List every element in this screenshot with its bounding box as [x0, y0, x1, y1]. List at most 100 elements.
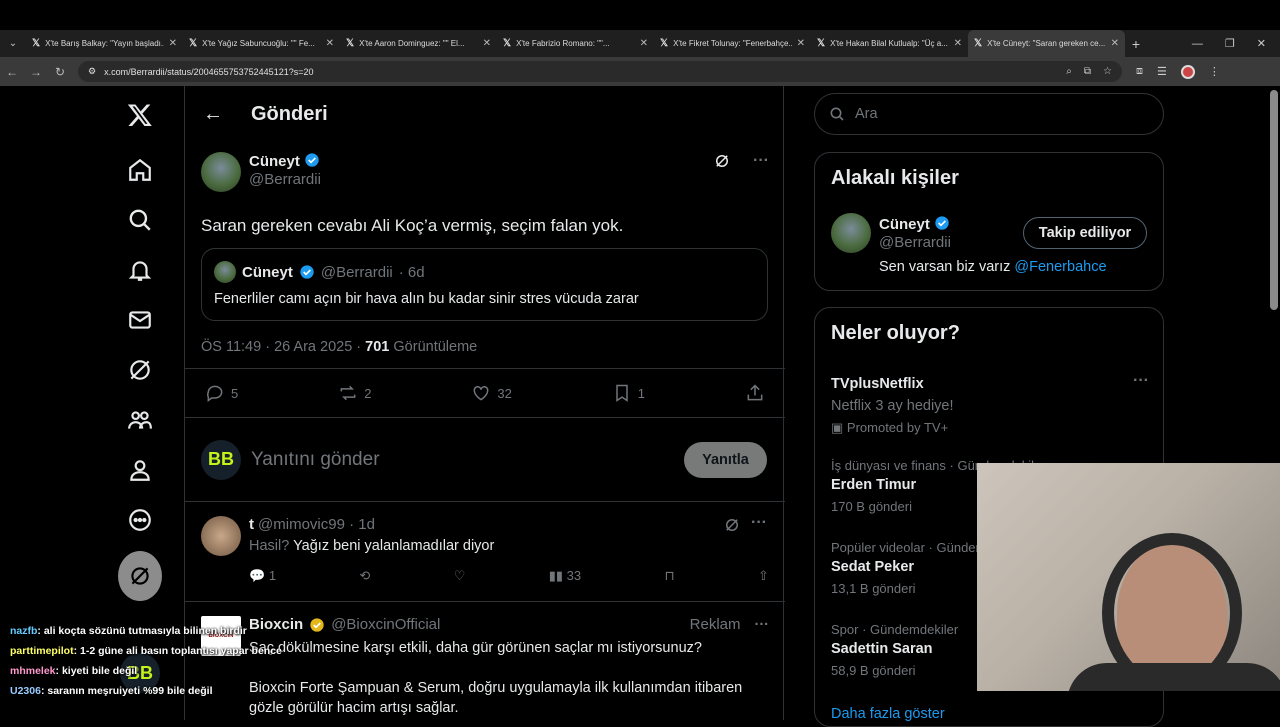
reply-reply-button[interactable]: 💬 1 — [249, 568, 276, 584]
related-name[interactable]: Cüneyt — [879, 216, 930, 233]
quote-text: Fenerliler camı açın bir hava alın bu ka… — [214, 291, 639, 307]
author-avatar[interactable] — [201, 152, 241, 192]
notifications-bell-icon[interactable] — [118, 245, 162, 295]
reply-count: 5 — [231, 385, 239, 401]
share-button[interactable] — [745, 383, 765, 403]
url-field[interactable]: ⚙ x.com/Berrardii/status/200465575375244… — [78, 61, 1122, 82]
advertiser-handle[interactable]: @BioxcinOfficial — [331, 616, 440, 633]
more-options-icon[interactable]: ··· — [1133, 372, 1149, 390]
related-people-card: Alakalı kişiler Cüneyt @Berrardii Takip … — [814, 152, 1164, 291]
following-button[interactable]: Takip ediliyor — [1023, 217, 1147, 249]
reply-views-button[interactable]: ▮▮ 33 — [549, 568, 581, 584]
reply-submit-button[interactable]: Yanıtla — [684, 441, 767, 478]
search-placeholder: Ara — [855, 106, 878, 122]
reply-share-button[interactable]: ⇧ — [758, 568, 769, 584]
browser-menu-icon[interactable]: ⋮ — [1209, 65, 1220, 78]
back-icon[interactable]: ← — [0, 65, 24, 79]
trend-item[interactable]: TVplusNetflix Netflix 3 ay hediye! ▣ Pro… — [831, 372, 1149, 436]
ad-label: Reklam — [689, 616, 741, 633]
related-avatar[interactable] — [831, 213, 871, 253]
close-tab-icon[interactable]: ✕ — [326, 38, 334, 49]
view-count-label: Görüntüleme — [393, 339, 478, 355]
chat-message: U2306: saranın meşruiyeti %99 bile değil — [10, 685, 213, 697]
post-timestamp[interactable]: ÖS 11:49 · 26 Ara 2025 · — [201, 339, 361, 355]
close-tab-icon[interactable]: ✕ — [483, 38, 491, 49]
x-logo-icon[interactable] — [118, 90, 162, 140]
grok-icon[interactable] — [118, 345, 162, 395]
bookmark-button[interactable]: 1 — [612, 383, 645, 403]
stream-chat-overlay: nazfb: ali koçta sözünü tutmasıyla bilin… — [10, 621, 290, 701]
browser-tab[interactable]: 𝕏 X'te Barış Balkay: "Yayın başladı... ✕ — [26, 30, 183, 57]
quote-author-name: Cüneyt — [242, 263, 293, 281]
explore-search-icon[interactable] — [118, 195, 162, 245]
minimize-icon[interactable]: — — [1192, 38, 1203, 50]
back-arrow-icon[interactable]: ← — [203, 103, 223, 126]
close-tab-icon[interactable]: ✕ — [954, 38, 962, 49]
grok-compose-icon[interactable] — [118, 551, 162, 601]
related-title: Alakalı kişiler — [831, 167, 959, 189]
browser-tab[interactable]: 𝕏 X'te Fikret Tolunay: "Fenerbahçe... ✕ — [654, 30, 811, 57]
reply-author-name[interactable]: t — [249, 516, 254, 533]
grok-analyze-icon[interactable] — [713, 152, 731, 175]
browser-tab[interactable]: 𝕏 X'te Aaron Dominguez: "" El... ✕ — [340, 30, 497, 57]
related-bio-link[interactable]: @Fenerbahce — [1014, 259, 1106, 275]
trend-title: TVplusNetflix — [831, 376, 924, 392]
post-header: ← Gönderi — [185, 86, 783, 142]
search-input[interactable]: Ara — [814, 93, 1164, 135]
trends-title: Neler oluyor? — [831, 322, 960, 344]
new-tab-button[interactable]: + — [1125, 36, 1147, 52]
reply-author-handle[interactable]: @mimovic99 · 1d — [258, 516, 375, 533]
restore-icon[interactable]: ❐ — [1225, 37, 1235, 50]
forward-icon[interactable]: → — [24, 65, 48, 79]
reply-button[interactable]: 5 — [205, 383, 238, 403]
quoted-post[interactable]: Cüneyt @Berrardii · 6d Fenerliler camı a… — [201, 248, 768, 321]
promoted-label: ▣ Promoted by TV+ — [831, 420, 949, 435]
browser-tab-active[interactable]: 𝕏 X'te Cüneyt: "Saran gereken ce... ✕ — [968, 30, 1125, 57]
more-options-icon[interactable]: ··· — [751, 514, 767, 532]
author-name[interactable]: Cüneyt — [249, 153, 300, 170]
reading-list-icon[interactable]: ☰ — [1157, 65, 1167, 78]
grok-analyze-icon[interactable] — [723, 516, 741, 539]
site-info-icon[interactable]: ⚙ — [88, 66, 96, 77]
repost-icon — [340, 385, 356, 401]
reply-author-avatar[interactable] — [201, 516, 241, 556]
author-handle[interactable]: @Berrardii — [249, 171, 705, 188]
reply-post[interactable]: t @mimovic99 · 1d ··· Hasil? Yağız beni … — [185, 502, 785, 602]
reply-input[interactable]: Yanıtını gönder — [251, 449, 684, 471]
browser-tab[interactable]: 𝕏 X'te Hakan Bilal Kutlualp: "Üç a... ✕ — [811, 30, 968, 57]
quote-age: · 6d — [398, 263, 425, 281]
page-title: Gönderi — [251, 102, 328, 125]
install-icon[interactable]: ⧉ — [1084, 66, 1091, 77]
close-window-icon[interactable]: ✕ — [1257, 37, 1266, 50]
reply-bookmark-button[interactable]: ⊓ — [665, 568, 675, 584]
x-favicon: 𝕏 — [189, 38, 198, 49]
home-icon[interactable] — [118, 145, 162, 195]
like-button[interactable]: 32 — [471, 383, 512, 403]
more-options-icon[interactable]: ··· — [753, 152, 769, 170]
zoom-icon[interactable]: ⌕ — [1066, 66, 1072, 77]
profile-avatar[interactable] — [1180, 64, 1195, 79]
repost-button[interactable]: 2 — [338, 383, 371, 403]
ad-text-line2: Bioxcin Forte Şampuan & Serum, doğru uyg… — [249, 680, 743, 716]
reply-like-button[interactable]: ♡ — [454, 568, 466, 584]
page-scrollbar[interactable] — [1270, 90, 1278, 310]
close-tab-icon[interactable]: ✕ — [640, 38, 648, 49]
related-handle[interactable]: @Berrardii — [879, 234, 951, 251]
bookmark-star-icon[interactable]: ☆ — [1103, 66, 1112, 77]
tab-search-button[interactable]: ⌄ — [0, 30, 26, 57]
close-tab-icon[interactable]: ✕ — [1111, 38, 1119, 49]
more-circle-icon[interactable] — [118, 495, 162, 545]
browser-tab[interactable]: 𝕏 X'te Yağız Sabuncuoğlu: "" Fe... ✕ — [183, 30, 340, 57]
reload-icon[interactable]: ↻ — [48, 65, 72, 79]
close-tab-icon[interactable]: ✕ — [797, 38, 805, 49]
communities-icon[interactable] — [118, 395, 162, 445]
profile-icon[interactable] — [118, 445, 162, 495]
close-tab-icon[interactable]: ✕ — [169, 38, 177, 49]
chat-message: parttimepilot: 1-2 güne ali basın toplan… — [10, 645, 282, 657]
extensions-icon[interactable]: ⧈ — [1136, 65, 1143, 78]
messages-envelope-icon[interactable] — [118, 295, 162, 345]
more-options-icon[interactable]: ··· — [755, 617, 770, 633]
webcam-overlay — [977, 463, 1280, 691]
reply-repost-button[interactable]: ⟲ — [359, 568, 370, 584]
browser-tab[interactable]: 𝕏 X'te Fabrizio Romano: ""... ✕ — [497, 30, 654, 57]
